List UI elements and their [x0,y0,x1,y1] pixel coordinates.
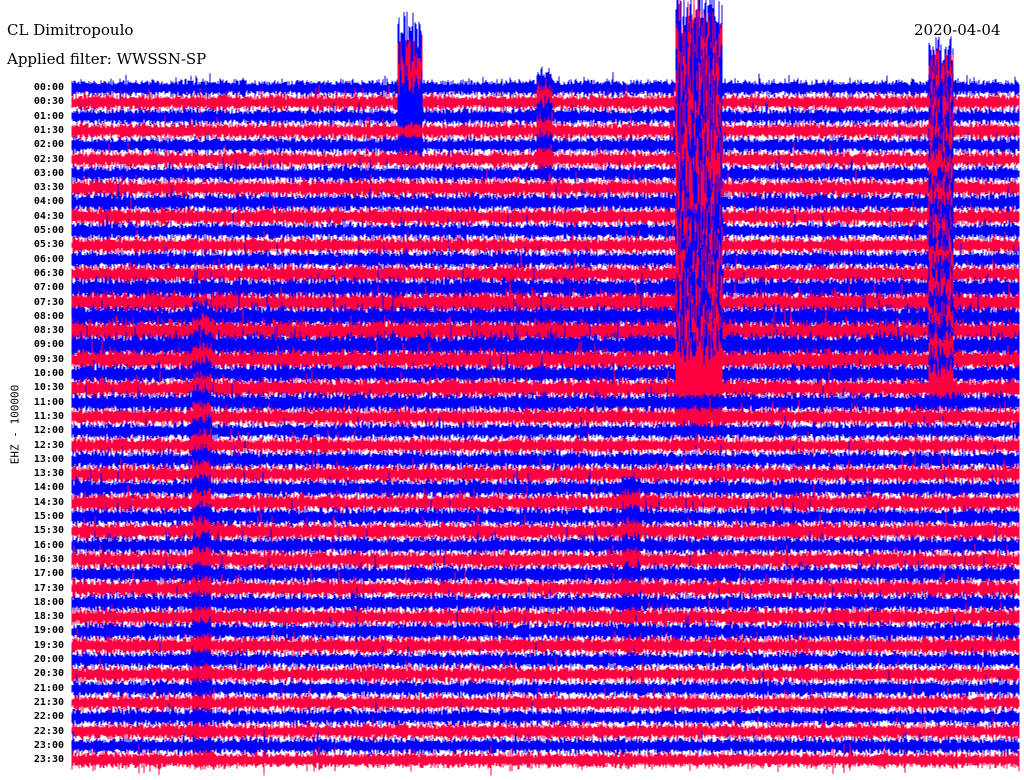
time-label: 07:00 [33,282,64,294]
time-label: 23:00 [33,739,64,751]
time-label: 18:00 [33,596,64,608]
time-label: 15:00 [33,511,64,522]
time-label: 14:30 [33,496,64,508]
time-label: 04:30 [33,210,64,222]
time-label: 03:30 [33,182,64,194]
time-label: 05:00 [33,225,64,236]
time-label: 13:30 [33,468,64,480]
time-label: 21:30 [33,696,64,708]
time-label: 02:00 [33,139,64,151]
time-label: 23:30 [33,754,64,766]
time-label: 04:00 [33,196,64,208]
time-label: 21:00 [33,682,64,694]
time-label: 20:30 [33,668,64,680]
time-label: 10:00 [33,368,64,379]
time-label: 11:30 [33,410,64,422]
time-label: 19:00 [33,625,64,637]
time-label: 16:00 [33,539,64,551]
time-label: 18:30 [33,611,64,623]
time-label: 14:00 [33,482,64,494]
station-title: CL Dimitropoulo [7,21,134,39]
time-label: 22:30 [33,725,64,737]
time-label: 15:30 [33,525,64,537]
time-label: 05:30 [33,239,64,251]
time-label: 08:00 [33,310,64,322]
time-label: 09:30 [33,353,64,365]
time-label: 00:30 [33,96,64,108]
time-label: 16:30 [33,553,64,565]
time-label: 17:00 [33,568,64,580]
time-label: 11:00 [33,396,64,408]
time-label: 07:30 [33,296,64,308]
time-label: 09:00 [33,339,64,351]
time-label: 12:00 [33,425,64,437]
time-label: 06:30 [33,267,64,279]
helicorder-page: CL Dimitropoulo Applied filter: WWSSN-SP… [0,0,1024,780]
time-label: 20:00 [33,654,64,665]
time-label: 03:00 [33,167,64,179]
helicorder-plot [71,0,1020,776]
time-label: 13:00 [33,453,64,465]
time-label: 19:30 [33,639,64,651]
filter-label: Applied filter: WWSSN-SP [7,50,207,68]
time-label: 22:00 [33,711,64,723]
time-label: 12:30 [33,439,64,451]
time-label: 17:30 [33,582,64,594]
time-label: 01:30 [33,124,64,136]
time-label: 02:30 [33,153,64,165]
date-label: 2020-04-04 [914,21,1001,39]
time-label: 01:00 [33,110,64,122]
time-label: 10:30 [33,382,64,394]
y-axis-label: EHZ - 100000 [8,384,22,465]
time-label: 06:00 [33,253,64,265]
time-label: 00:00 [33,82,64,93]
time-label: 08:30 [33,325,64,337]
